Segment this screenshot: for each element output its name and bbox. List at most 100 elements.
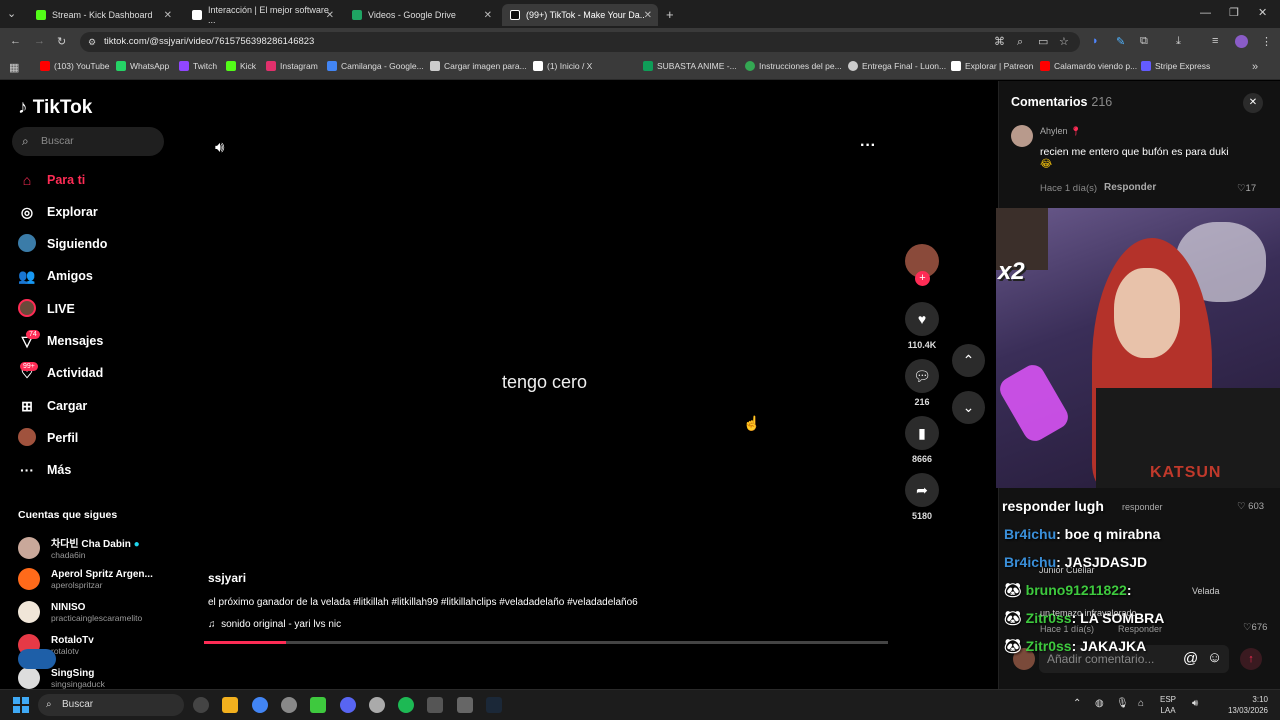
more-bookmarks-icon[interactable]: » xyxy=(1252,61,1258,73)
comment-like-count: 17 xyxy=(1245,183,1257,194)
extensions-icon[interactable]: ⧉ xyxy=(1140,35,1148,48)
bookmark-star-icon[interactable]: ☆ xyxy=(1059,32,1069,52)
forward-icon[interactable]: → xyxy=(34,35,45,47)
obs-icon[interactable] xyxy=(369,697,385,713)
bookmark-instagram[interactable]: Instagram xyxy=(266,61,318,71)
tiktok-logo[interactable]: ♪ TikTok xyxy=(18,97,92,119)
close-tab-icon[interactable]: ✕ xyxy=(326,10,334,21)
bookmark-kick[interactable]: Kick xyxy=(226,61,256,71)
nav-cargar[interactable]: ⊞ Cargar xyxy=(18,395,87,417)
minimize-icon[interactable]: — xyxy=(1200,7,1211,19)
tab-search-icon[interactable]: ⌄ xyxy=(7,7,16,20)
bookmark-entrega-final[interactable]: Entrega Final - Luon... xyxy=(848,61,946,71)
bookmark-patreon[interactable]: Explorar | Patreon xyxy=(951,61,1033,71)
windows-start-icon[interactable] xyxy=(13,697,29,713)
discord-icon[interactable] xyxy=(340,697,356,713)
profile-avatar-icon[interactable] xyxy=(1235,35,1248,48)
extension-1-icon[interactable]: ◗ xyxy=(1092,35,1099,47)
microphone-icon[interactable]: 🎙︎ xyxy=(1116,698,1129,709)
tray-chevron-icon[interactable]: ⌃ xyxy=(1073,698,1081,709)
close-window-icon[interactable]: ✕ xyxy=(1258,6,1267,19)
bookmark-camilanga[interactable]: Camilanga - Google... xyxy=(327,61,424,71)
volume-tray-icon[interactable]: 🔊︎ xyxy=(1192,698,1198,709)
comment-avatar[interactable] xyxy=(1011,125,1033,147)
like-button[interactable]: ♥ 110.4K xyxy=(905,302,939,350)
app-gray-icon[interactable] xyxy=(427,697,443,713)
translate-icon[interactable]: ⌘ xyxy=(994,32,1005,52)
site-info-icon[interactable]: ⚙ xyxy=(88,32,96,52)
following-account[interactable]: NINISO practicainglescaramelito xyxy=(18,601,142,623)
search-input[interactable]: ⌕ Buscar xyxy=(12,127,164,156)
back-icon[interactable]: ← xyxy=(10,35,21,47)
browser-menu-icon[interactable]: ⋮ xyxy=(1261,35,1272,48)
new-tab-icon[interactable]: + xyxy=(666,7,674,22)
close-tab-icon[interactable]: ✕ xyxy=(164,10,172,21)
nav-explorar[interactable]: ◎ Explorar xyxy=(18,201,98,223)
language-indicator[interactable]: ESP LAA xyxy=(1160,694,1176,716)
nav-para-ti[interactable]: ⌂ Para ti xyxy=(18,169,85,191)
task-view-icon[interactable] xyxy=(193,697,209,713)
clock[interactable]: 3:10 13/03/2026 xyxy=(1220,694,1268,716)
video-sound[interactable]: ♫ sonido original - yari lvs nic xyxy=(208,619,341,630)
bookmark-twitch[interactable]: Twitch xyxy=(179,61,217,71)
bookmark-youtube[interactable]: (103) YouTube xyxy=(40,61,109,71)
bookmark-subasta[interactable]: SUBASTA ANIME -... xyxy=(643,61,737,71)
tab-tiktok[interactable]: (99+) TikTok - Make Your Da... ✕ xyxy=(502,4,658,26)
comment-button[interactable]: 💬︎ 216 xyxy=(905,359,939,407)
apps-grid-icon[interactable]: ▦ xyxy=(9,61,19,74)
next-video-button[interactable]: ⌄ xyxy=(952,391,985,424)
nav-live[interactable]: LIVE xyxy=(18,298,75,320)
file-explorer-icon[interactable] xyxy=(222,697,238,713)
save-button[interactable]: ▮ 8666 xyxy=(905,416,939,464)
spotify-icon[interactable] xyxy=(398,697,414,713)
tab-groups-icon[interactable]: ≡ xyxy=(1212,35,1218,47)
reply-button[interactable]: Responder xyxy=(1104,182,1156,193)
bookmark-instrucciones[interactable]: Instrucciones del pe... xyxy=(745,61,842,71)
tray-app-icon[interactable]: ◍ xyxy=(1095,698,1104,709)
settings-app-icon[interactable] xyxy=(281,697,297,713)
app-green-icon[interactable] xyxy=(310,697,326,713)
previous-video-button[interactable]: ⌃ xyxy=(952,344,985,377)
steam-icon[interactable] xyxy=(486,697,502,713)
tab-kick[interactable]: Stream - Kick Dashboard ✕ xyxy=(28,4,178,26)
bookmark-calamardo[interactable]: Calamardo viendo p... xyxy=(1040,61,1137,71)
nav-siguiendo[interactable]: Siguiendo xyxy=(18,233,107,255)
bookmark-whatsapp[interactable]: WhatsApp xyxy=(116,61,169,71)
chrome-icon[interactable] xyxy=(252,697,268,713)
comment-user[interactable]: Ahylen 📍︎ xyxy=(1040,126,1081,137)
author-avatar-button[interactable]: + xyxy=(905,244,939,286)
taskbar-search[interactable]: ⌕ Buscar xyxy=(38,694,184,716)
app-controller-icon[interactable] xyxy=(457,697,473,713)
tab-interaccion[interactable]: Interacción | El mejor software ... ✕ xyxy=(184,4,340,26)
comment-like[interactable]: ♡17 xyxy=(1237,183,1256,194)
following-account[interactable]: SingSing singsingaduck xyxy=(18,667,105,689)
download-icon[interactable]: ⤓ xyxy=(1176,35,1181,48)
video-more-icon[interactable]: ··· xyxy=(860,137,876,155)
tab-google-drive[interactable]: Videos - Google Drive ✕ xyxy=(344,4,498,26)
bookmark-stripe[interactable]: Stripe Express xyxy=(1141,61,1210,71)
close-tab-icon[interactable]: ✕ xyxy=(484,10,492,21)
url-input[interactable]: ⚙ tiktok.com/@ssjyari/video/761575639828… xyxy=(80,32,1080,52)
zoom-icon[interactable]: ⌕ xyxy=(1017,32,1023,52)
network-icon[interactable]: ⌂ xyxy=(1138,698,1144,709)
follow-plus-icon[interactable]: + xyxy=(915,271,930,286)
volume-icon[interactable]: 🔊︎ xyxy=(215,139,224,156)
floating-toggle-icon[interactable] xyxy=(18,649,56,669)
maximize-icon[interactable]: ❐ xyxy=(1229,6,1239,19)
bookmark-icon: ▮ xyxy=(905,416,939,450)
video-author[interactable]: ssjyari xyxy=(208,571,246,585)
nav-mas[interactable]: ··· Más xyxy=(18,459,71,481)
cast-icon[interactable]: ▭ xyxy=(1038,32,1048,52)
extension-2-icon[interactable]: ✎ xyxy=(1116,35,1125,48)
nav-amigos[interactable]: 👥 Amigos xyxy=(18,265,93,287)
video-progress-bar[interactable] xyxy=(204,641,888,644)
close-tab-icon[interactable]: ✕ xyxy=(644,10,652,21)
close-comments-icon[interactable]: ✕ xyxy=(1243,93,1263,113)
bookmark-cargar-imagen[interactable]: Cargar imagen para... xyxy=(430,61,527,71)
share-button[interactable]: ➦ 5180 xyxy=(905,473,939,521)
following-account[interactable]: Aperol Spritz Argen... aperolspritzar xyxy=(18,568,153,590)
bookmark-x[interactable]: (1) Inicio / X xyxy=(533,61,592,71)
following-account[interactable]: 차다빈 Cha Dabin ● chada6in xyxy=(18,535,140,560)
reload-icon[interactable]: ↻ xyxy=(57,35,66,48)
nav-perfil[interactable]: Perfil xyxy=(18,427,78,449)
